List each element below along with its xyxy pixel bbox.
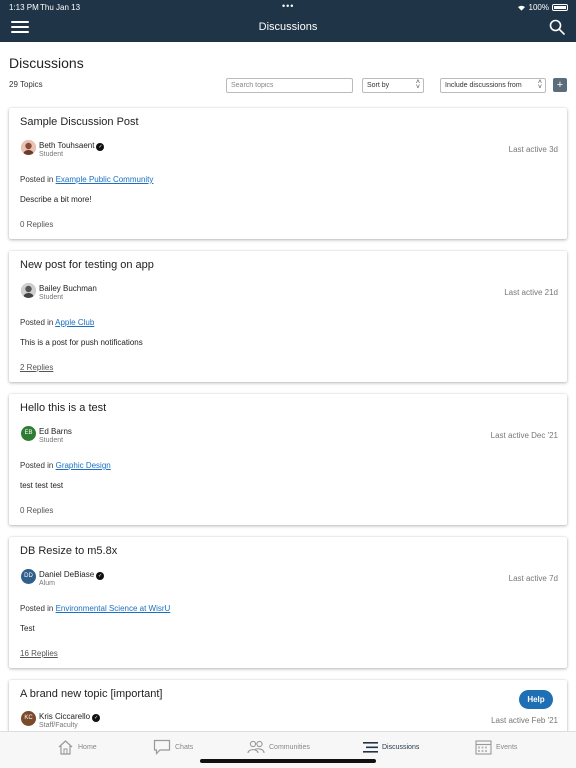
status-time: 1:13 PM	[9, 3, 39, 12]
discussion-card[interactable]: Sample Discussion Post Beth Touhsaent ✓ S…	[9, 108, 567, 239]
last-active: Last active Feb '21	[491, 716, 558, 725]
post-title[interactable]: A brand new topic [important]	[20, 688, 162, 700]
add-topic-button[interactable]: +	[553, 78, 567, 92]
include-discussions-label: Include discussions from	[445, 82, 522, 89]
communities-icon	[247, 740, 265, 754]
nav-title: Discussions	[258, 21, 318, 33]
tab-events[interactable]: Events	[475, 738, 517, 756]
replies-count: 0 Replies	[20, 220, 54, 229]
verified-badge-icon: ✓	[96, 143, 105, 151]
posted-in: Posted in Environmental Science at WisrU	[20, 604, 171, 613]
include-discussions-select[interactable]: Include discussions from ˄ ˅	[440, 78, 546, 93]
home-indicator[interactable]	[200, 759, 376, 763]
posted-in: Posted in Apple Club	[20, 318, 95, 327]
community-link[interactable]: Apple Club	[55, 318, 94, 327]
author-name[interactable]: Ed Barns	[39, 427, 72, 436]
status-date: Thu Jan 13	[40, 3, 81, 12]
discussions-icon	[363, 741, 378, 753]
avatar[interactable]: KC	[21, 711, 36, 726]
last-active: Last active 21d	[504, 288, 558, 297]
tab-chats[interactable]: Chats	[153, 738, 193, 756]
author-role: Alum	[39, 580, 55, 587]
post-title[interactable]: Hello this is a test	[20, 402, 106, 414]
tab-label: Discussions	[382, 743, 420, 751]
replies-count: 0 Replies	[20, 506, 54, 515]
replies-link[interactable]: 2 Replies	[20, 363, 53, 372]
battery-percent: 100%	[528, 3, 549, 12]
community-link[interactable]: Graphic Design	[56, 461, 111, 470]
author-name[interactable]: Beth Touhsaent ✓	[39, 141, 105, 151]
posted-in: Posted in Graphic Design	[20, 461, 111, 470]
avatar[interactable]: EB	[21, 426, 36, 441]
tab-label: Home	[78, 743, 97, 751]
tab-communities[interactable]: Communities	[247, 738, 310, 756]
discussion-card[interactable]: Hello this is a test EB Ed Barns Student…	[9, 394, 567, 525]
search-topics-input[interactable]	[226, 78, 353, 93]
post-title[interactable]: DB Resize to m5.8x	[20, 545, 117, 557]
search-icon[interactable]	[549, 19, 565, 35]
author-role: Student	[39, 151, 64, 158]
author-role: Staff/Faculty	[39, 722, 78, 729]
replies-link[interactable]: 16 Replies	[20, 649, 58, 658]
sort-by-select[interactable]: Sort by ˄ ˅	[362, 78, 424, 93]
post-title[interactable]: New post for testing on app	[20, 259, 154, 271]
last-active: Last active 3d	[508, 145, 558, 154]
topics-count: 29 Topics	[9, 80, 43, 89]
verified-badge-icon: ✓	[92, 714, 101, 722]
status-bar: 1:13 PM Thu Jan 13 ••• 100%	[0, 1, 576, 13]
select-arrows-icon: ˄ ˅	[537, 79, 542, 91]
calendar-icon	[475, 740, 492, 755]
help-button[interactable]: Help	[519, 690, 553, 709]
post-body: Describe a bit more!	[20, 195, 92, 204]
last-active: Last active 7d	[508, 574, 558, 583]
last-active: Last active Dec '21	[490, 431, 558, 440]
community-link[interactable]: Environmental Science at WisrU	[56, 604, 171, 613]
author-name[interactable]: Daniel DeBiase ✓	[39, 570, 105, 580]
avatar[interactable]	[21, 283, 36, 298]
home-icon	[58, 740, 73, 755]
post-title[interactable]: Sample Discussion Post	[20, 116, 139, 128]
author-name[interactable]: Bailey Buchman	[39, 284, 97, 293]
sort-by-label: Sort by	[367, 82, 390, 89]
tab-label: Chats	[175, 743, 194, 751]
verified-badge-icon: ✓	[96, 572, 105, 580]
wifi-icon	[517, 5, 525, 11]
discussion-card[interactable]: New post for testing on app Bailey Buchm…	[9, 251, 567, 382]
post-body: This is a post for push notifications	[20, 338, 143, 347]
author-role: Student	[39, 437, 64, 444]
avatar[interactable]: DD	[21, 569, 36, 584]
posted-in: Posted in Example Public Community	[20, 175, 154, 184]
chat-icon	[153, 739, 171, 755]
select-arrows-icon: ˄ ˅	[415, 79, 420, 91]
tab-label: Events	[496, 743, 518, 751]
avatar[interactable]	[21, 140, 36, 155]
page-title: Discussions	[9, 55, 84, 71]
multitasking-dots-icon[interactable]: •••	[282, 1, 294, 11]
community-link[interactable]: Example Public Community	[56, 175, 154, 184]
top-bar: 1:13 PM Thu Jan 13 ••• 100% Discussions	[0, 0, 576, 42]
tab-home[interactable]: Home	[57, 738, 97, 756]
tab-discussions[interactable]: Discussions	[363, 738, 419, 756]
tab-label: Communities	[269, 743, 310, 751]
post-body: Test	[20, 624, 35, 633]
battery-icon	[552, 4, 568, 11]
author-name[interactable]: Kris Ciccarello ✓	[39, 712, 101, 722]
discussion-card[interactable]: DB Resize to m5.8x DD Daniel DeBiase ✓ Al…	[9, 537, 567, 668]
post-body: test test test	[20, 481, 64, 490]
author-role: Student	[39, 294, 64, 301]
